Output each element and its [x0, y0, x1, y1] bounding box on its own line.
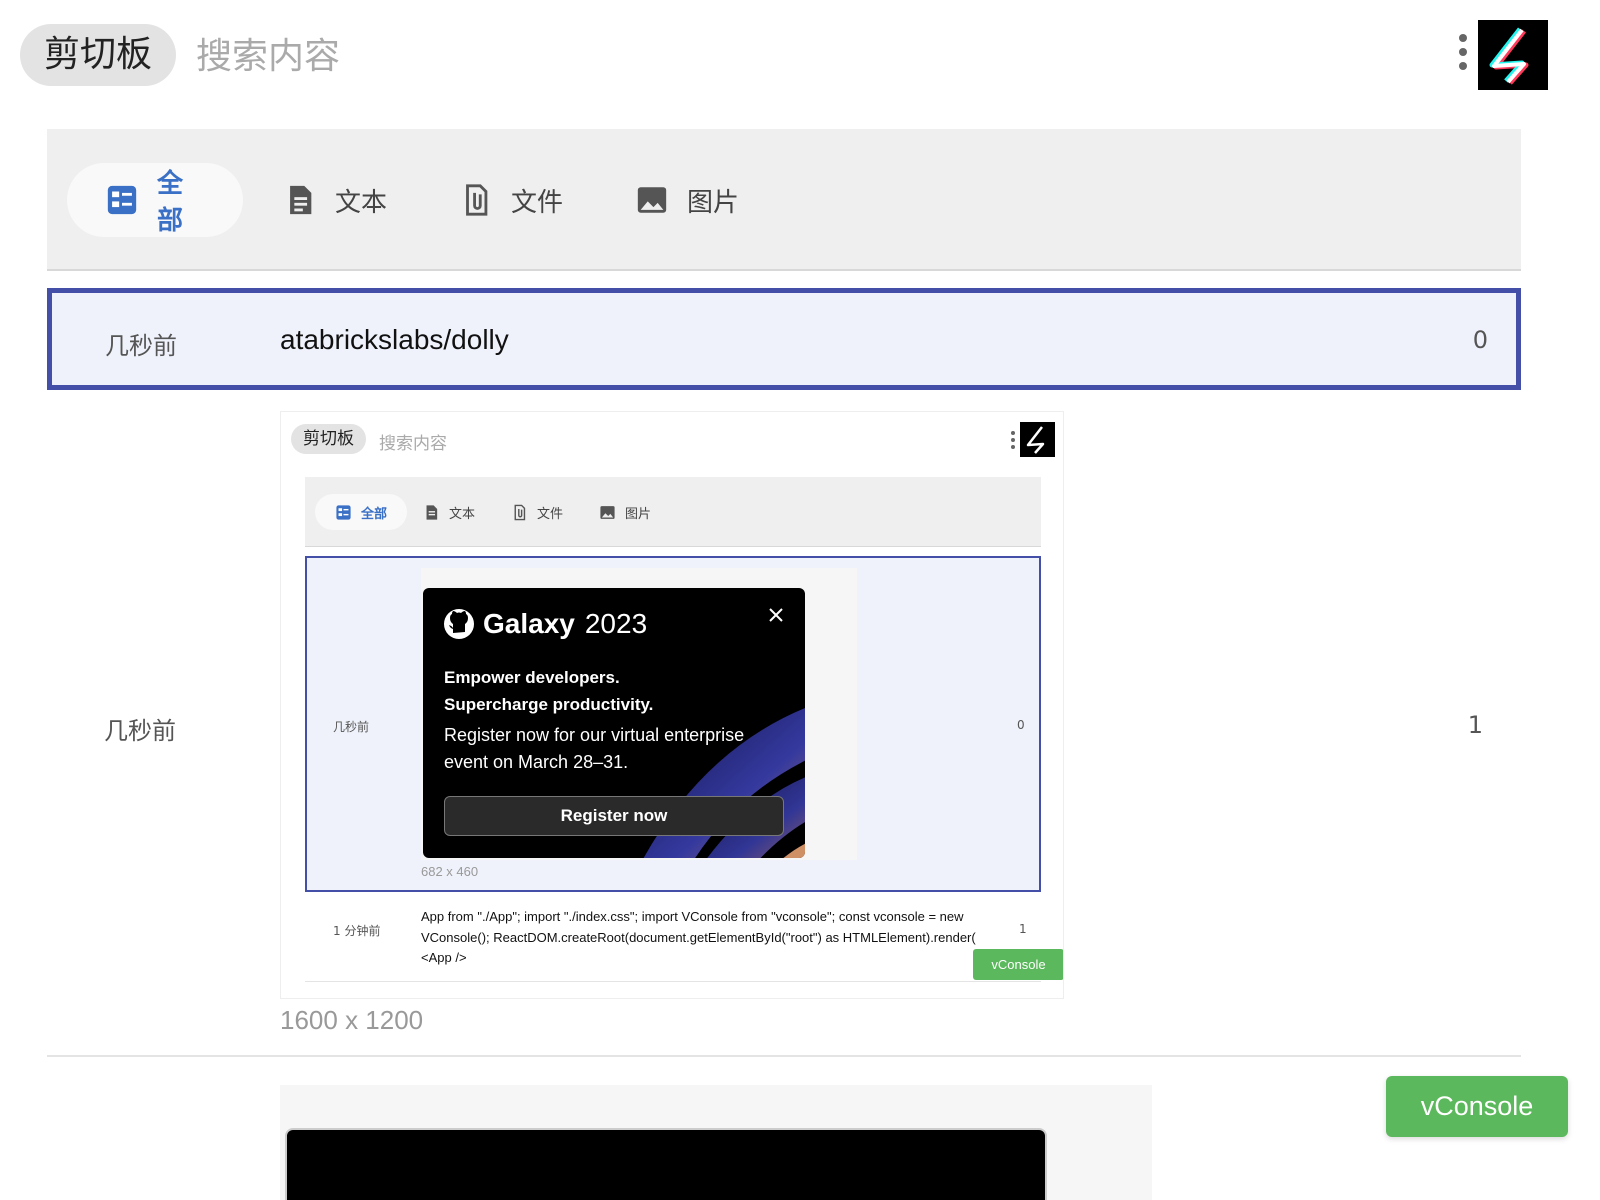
preview-tab-label: 文本 [449, 506, 476, 522]
preview-row-count: 1 [1019, 922, 1027, 936]
preview-tab-label: 图片 [625, 506, 652, 522]
clipboard-item-image[interactable]: 几秒前 1 剪切板 搜索内容 全部 文本 文件 图片 几秒前 0 Galaxy … [47, 395, 1521, 1057]
preview-row-code: App from "./App"; import "./index.css"; … [421, 909, 976, 965]
preview-vconsole-button: vConsole [973, 949, 1063, 980]
preview-app-logo [1020, 422, 1055, 457]
tab-label: 文本 [335, 187, 388, 218]
preview-image-dims: 682 x 460 [421, 864, 479, 879]
preview-search-placeholder: 搜索内容 [379, 434, 447, 454]
promo-header: Galaxy 2023 [443, 608, 647, 640]
vconsole-button[interactable]: vConsole [1386, 1076, 1568, 1137]
document-icon [426, 504, 438, 520]
close-icon [769, 608, 783, 622]
tab-image[interactable]: 图片 [597, 163, 777, 237]
tab-all[interactable]: 全部 [67, 163, 243, 237]
filter-tabs: 全部 文本 文件 图片 [47, 129, 1521, 271]
tab-label: 全部 [157, 169, 184, 236]
image-icon [637, 187, 667, 213]
promo-headline-2: Supercharge productivity. [444, 695, 654, 714]
preview-row-count: 0 [1017, 718, 1025, 732]
tab-label: 文件 [511, 187, 564, 218]
promo-body: Register now for our virtual enterprise … [444, 725, 745, 772]
github-icon [444, 609, 474, 639]
preview-row-time: 几秒前 [333, 720, 370, 734]
next-image-card [285, 1128, 1047, 1200]
app-logo[interactable] [1478, 20, 1548, 90]
item-time: 几秒前 [105, 332, 177, 360]
more-vertical-icon[interactable] [1452, 30, 1474, 78]
register-button: Register now [444, 796, 784, 836]
attachment-icon [514, 504, 526, 520]
preview-app-title: 剪切板 [291, 424, 366, 454]
tab-file[interactable]: 文件 [421, 163, 601, 237]
promo-card: Galaxy 2023 Empower developers. Supercha… [423, 588, 805, 858]
clipboard-item-text[interactable]: 几秒前 atabrickslabs/dolly 0 [47, 288, 1521, 390]
image-icon [600, 505, 615, 519]
item-image-dims: 1600 x 1200 [280, 1005, 424, 1035]
search-input[interactable] [196, 28, 616, 84]
preview-more-icon [1009, 429, 1017, 455]
preview-tab-label: 文件 [537, 506, 564, 522]
item-count: 0 [1472, 326, 1488, 354]
preview-tab-image: 图片 [579, 494, 671, 530]
promo-headline-1: Empower developers. [444, 668, 620, 687]
item-text: atabrickslabs/dolly [280, 324, 509, 355]
app-title[interactable]: 剪切板 [20, 24, 177, 86]
preview-tabs: 全部 文本 文件 图片 [305, 477, 1041, 547]
preview-tab-text: 文本 [403, 494, 495, 530]
image-preview: 剪切板 搜索内容 全部 文本 文件 图片 几秒前 0 Galaxy 2023 E… [280, 411, 1064, 999]
item-count: 1 [1467, 711, 1483, 739]
preview-tab-file: 文件 [491, 494, 583, 530]
clipboard-item-next[interactable] [47, 1058, 1521, 1200]
item-time: 几秒前 [104, 717, 176, 745]
promo-year: 2023 [584, 608, 648, 639]
document-icon [290, 185, 312, 215]
preview-row-image: 几秒前 0 Galaxy 2023 Empower developers. Su… [305, 556, 1041, 892]
list-icon [336, 504, 351, 520]
promo-headline: Empower developers. Supercharge producti… [444, 664, 784, 718]
preview-row-time: 1 分钟前 [333, 924, 381, 938]
attachment-icon [466, 184, 488, 216]
preview-tab-all: 全部 [315, 494, 408, 530]
list-icon [107, 185, 137, 215]
preview-row-text: 1 分钟前 App from "./App"; import "./index.… [305, 897, 1041, 982]
tab-text[interactable]: 文本 [245, 163, 425, 237]
preview-tab-label: 全部 [361, 506, 388, 522]
promo-brand: Galaxy [483, 608, 575, 639]
top-bar: 剪切板 [0, 0, 1600, 112]
tab-label: 图片 [687, 187, 740, 218]
